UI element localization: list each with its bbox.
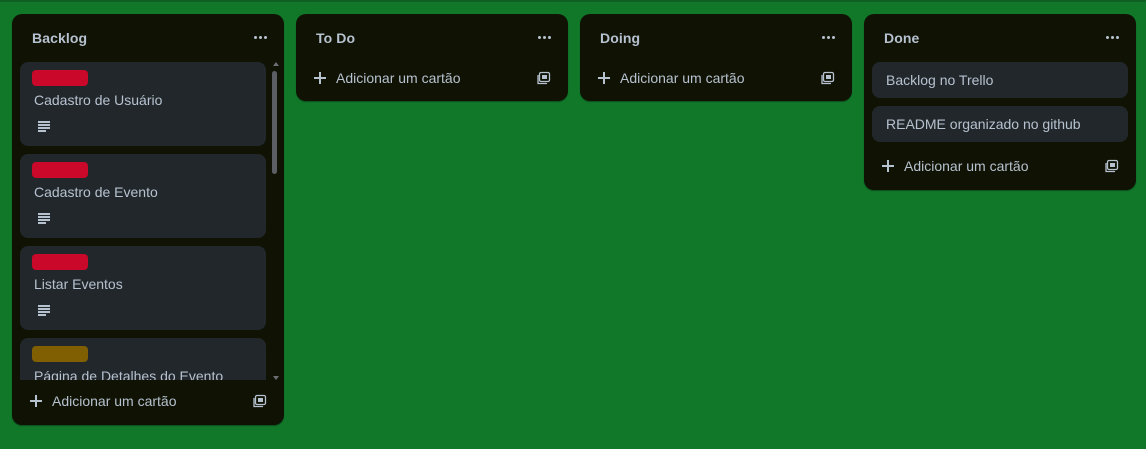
add-card-button[interactable]: Adicionar um cartão bbox=[304, 62, 530, 94]
card-title: Cadastro de Usuário bbox=[34, 92, 163, 108]
card-title: Página de Detalhes do Evento bbox=[34, 368, 224, 380]
add-card-label: Adicionar um cartão bbox=[620, 70, 745, 86]
list-title[interactable]: Done bbox=[884, 30, 919, 46]
list-title[interactable]: To Do bbox=[316, 30, 355, 46]
card-cadastro-de-usuario[interactable]: Cadastro de Usuário bbox=[20, 62, 266, 146]
list-to-do: To Do Adicionar um cartão bbox=[296, 14, 568, 101]
list-header[interactable]: Done bbox=[864, 14, 1136, 62]
add-card-button[interactable]: Adicionar um cartão bbox=[872, 150, 1098, 182]
card-template-icon[interactable] bbox=[821, 71, 835, 85]
add-card-label: Adicionar um cartão bbox=[52, 393, 177, 409]
list-title[interactable]: Doing bbox=[600, 30, 640, 46]
card-list: Cadastro de Usuário Cadastro de Evento L… bbox=[12, 62, 284, 380]
card-readme-organizado[interactable]: README organizado no github bbox=[872, 106, 1128, 142]
description-icon bbox=[38, 121, 50, 132]
add-card-label: Adicionar um cartão bbox=[904, 158, 1029, 174]
card-listar-eventos[interactable]: Listar Eventos bbox=[20, 246, 266, 330]
card-label[interactable] bbox=[32, 162, 88, 178]
card-template-icon[interactable] bbox=[253, 394, 267, 408]
list-header[interactable]: To Do bbox=[296, 14, 568, 62]
card-template-icon[interactable] bbox=[1105, 159, 1119, 173]
card-title: Listar Eventos bbox=[34, 276, 123, 292]
card-title: Cadastro de Evento bbox=[34, 184, 158, 200]
list-title[interactable]: Backlog bbox=[32, 30, 87, 46]
card-title: Backlog no Trello bbox=[886, 72, 994, 88]
description-icon bbox=[38, 305, 50, 316]
card-pagina-de-detalhes-do-evento[interactable]: Página de Detalhes do Evento bbox=[20, 338, 266, 380]
board-canvas: Backlog Cadastro de Usuário Cadastro de … bbox=[12, 14, 1146, 449]
card-label[interactable] bbox=[32, 254, 88, 270]
board-top-border bbox=[0, 0, 1146, 2]
scrollbar-thumb[interactable] bbox=[272, 71, 277, 174]
scroll-down-icon[interactable] bbox=[273, 376, 279, 380]
list-header[interactable]: Backlog bbox=[12, 14, 284, 62]
ellipsis-icon[interactable] bbox=[1104, 28, 1122, 44]
plus-icon bbox=[30, 395, 42, 407]
card-title: README organizado no github bbox=[886, 116, 1081, 132]
list-header[interactable]: Doing bbox=[580, 14, 852, 62]
card-template-icon[interactable] bbox=[537, 71, 551, 85]
scroll-up-icon[interactable] bbox=[273, 62, 279, 66]
plus-icon bbox=[314, 72, 326, 84]
add-card-button[interactable]: Adicionar um cartão bbox=[588, 62, 814, 94]
list-done: Done Backlog no Trello README organizado… bbox=[864, 14, 1136, 190]
ellipsis-icon[interactable] bbox=[252, 28, 270, 44]
add-card-label: Adicionar um cartão bbox=[336, 70, 461, 86]
ellipsis-icon[interactable] bbox=[536, 28, 554, 44]
list-backlog: Backlog Cadastro de Usuário Cadastro de … bbox=[12, 14, 284, 425]
card-label[interactable] bbox=[32, 70, 88, 86]
card-cadastro-de-evento[interactable]: Cadastro de Evento bbox=[20, 154, 266, 238]
list-scrollbar[interactable] bbox=[270, 62, 280, 380]
description-icon bbox=[38, 213, 50, 224]
card-label[interactable] bbox=[32, 346, 88, 362]
add-card-button[interactable]: Adicionar um cartão bbox=[20, 385, 246, 417]
card-backlog-no-trello[interactable]: Backlog no Trello bbox=[872, 62, 1128, 98]
plus-icon bbox=[882, 160, 894, 172]
plus-icon bbox=[598, 72, 610, 84]
ellipsis-icon[interactable] bbox=[820, 28, 838, 44]
list-doing: Doing Adicionar um cartão bbox=[580, 14, 852, 101]
